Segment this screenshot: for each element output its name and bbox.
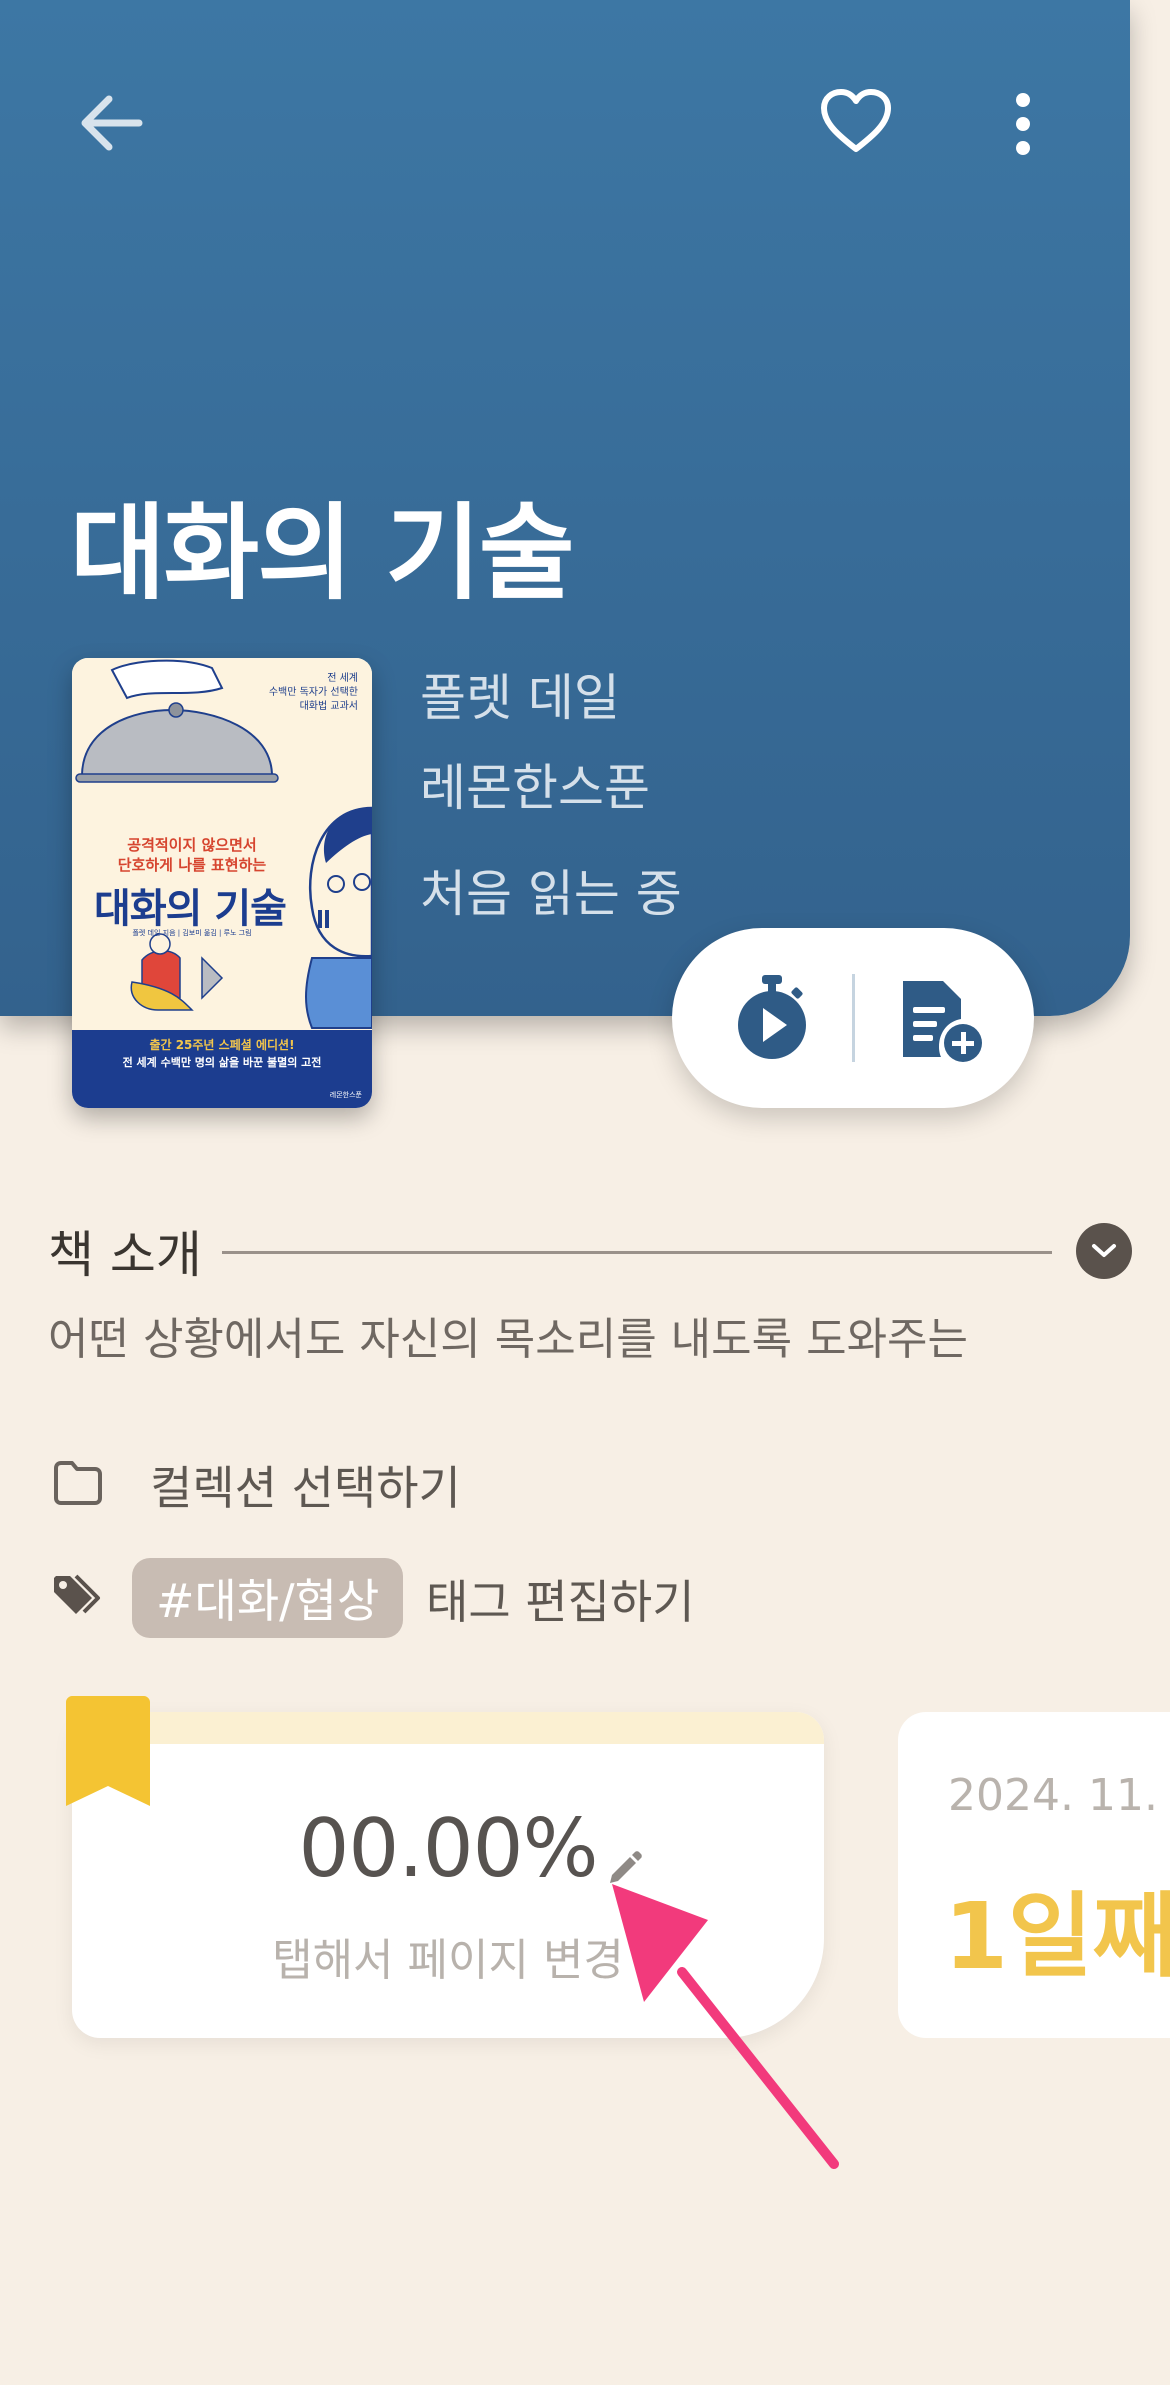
- intro-title: 책 소개: [48, 1226, 202, 1284]
- bookmark-icon: [66, 1696, 150, 1806]
- favorite-button[interactable]: [808, 76, 904, 166]
- edit-tags-button[interactable]: 태그 편집하기: [426, 1566, 695, 1632]
- book-title: 대화의 기술: [70, 492, 575, 614]
- reading-timer-button[interactable]: [722, 968, 822, 1068]
- progress-card-strip: [72, 1712, 824, 1744]
- reading-day-count: 1일째: [944, 1883, 1170, 1990]
- reading-actions: [672, 928, 1034, 1108]
- annotation-arrow-icon: [612, 1884, 839, 2169]
- folder-icon: [54, 1461, 102, 1505]
- cover-title: 대화의 기술: [94, 886, 287, 932]
- cover-publisher-mark: 레몬한스푼: [329, 1091, 362, 1099]
- intro-description: 어떤 상황에서도 자신의 목소리를 내도록 도와주는: [48, 1314, 969, 1365]
- add-note-button[interactable]: [890, 970, 994, 1070]
- intro-divider: [222, 1251, 1052, 1254]
- cover-banner-2: 전 세계 수백만 명의 삶을 바꾼 불멸의 고전: [122, 1056, 322, 1069]
- expand-intro-button[interactable]: [1076, 1223, 1132, 1279]
- select-collection-button[interactable]: 컬렉션 선택하기: [150, 1452, 461, 1518]
- cover-tagline: 전 세계 수백만 독자가 선택한 대화법 교과서: [268, 673, 358, 712]
- reading-status[interactable]: 처음 읽는 중: [420, 854, 682, 926]
- cover-credits: 폴렛 데일 지음 | 김보미 옮김 | 루노 그림: [132, 929, 252, 937]
- more-menu-button[interactable]: [990, 76, 1056, 172]
- stopwatch-play-icon: [738, 975, 806, 1059]
- more-vertical-icon: [1016, 93, 1030, 155]
- heart-outline-icon: [821, 89, 891, 152]
- chevron-down-icon: [1092, 1244, 1116, 1257]
- cover-subtitle-2: 단호하게 나를 표현하는: [117, 856, 267, 874]
- tags-icon: [54, 1574, 100, 1614]
- tag-chip[interactable]: #대화/협상: [132, 1558, 404, 1638]
- arrow-left-icon: [81, 95, 143, 151]
- cover-banner-1: 출간 25주년 스페셜 에디션!: [149, 1038, 295, 1052]
- book-cover[interactable]: 전 세계 수백만 독자가 선택한 대화법 교과서 공격적이지 않으면서 단호하게…: [72, 658, 372, 1108]
- cover-subtitle-1: 공격적이지 않으면서: [127, 836, 257, 854]
- book-author: 폴렛 데일: [420, 669, 620, 727]
- note-add-icon: [903, 981, 982, 1062]
- pill-divider: [852, 974, 855, 1062]
- reading-date-card[interactable]: 2024. 11. 1일째: [898, 1712, 1170, 2038]
- back-button[interactable]: [62, 80, 158, 166]
- book-publisher: 레몬한스푼: [420, 759, 650, 817]
- start-date: 2024. 11.: [948, 1770, 1158, 1821]
